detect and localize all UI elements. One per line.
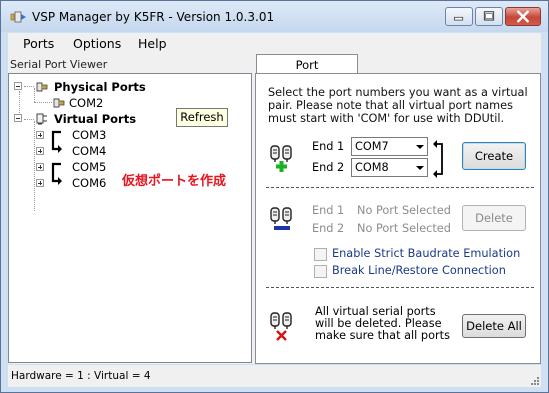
refresh-tooltip: Refresh [176, 108, 228, 127]
bidirectional-link-icon [433, 140, 443, 178]
app-window: VSP Manager by K5FR - Version 1.0.3.01 P… [0, 0, 549, 393]
delete-end2-label: End 2 [312, 222, 345, 235]
create-button[interactable]: Create [462, 142, 526, 170]
delete-end1-value: No Port Selected [357, 204, 451, 217]
virtual-port-label: COM6 [72, 176, 107, 190]
minimize-icon [453, 16, 464, 21]
dropdown-arrow-icon [416, 166, 424, 170]
section-divider [266, 287, 534, 288]
resize-grip-icon[interactable] [529, 375, 539, 385]
tree-line [34, 121, 35, 211]
virtual-port-label: COM4 [72, 144, 107, 158]
tree-line [24, 119, 34, 120]
serial-port-icon [53, 98, 65, 108]
physical-ports-label: Physical Ports [54, 80, 146, 94]
serial-port-icon [36, 82, 48, 92]
close-icon [517, 10, 529, 23]
tab-port-management[interactable]: Port Management [256, 54, 358, 92]
title-bar[interactable]: VSP Manager by K5FR - Version 1.0.3.01 [1, 1, 548, 32]
create-pair-icon [270, 145, 292, 172]
instructions-text: Select the port numbers you want as a vi… [268, 86, 528, 125]
strict-baudrate-label: Enable Strict Baudrate Emulation [332, 247, 521, 260]
physical-port-label: COM2 [69, 96, 104, 110]
delete-end1-label: End 1 [312, 204, 345, 217]
delete-end2-value: No Port Selected [357, 222, 451, 235]
port-management-panel: Select the port numbers you want as a vi… [255, 73, 541, 364]
collapse-toggle[interactable] [14, 82, 22, 90]
dropdown-arrow-icon [416, 145, 424, 149]
virtual-port-label: COM5 [72, 160, 107, 174]
expand-toggle[interactable] [36, 131, 44, 139]
tree-line [19, 91, 20, 115]
menu-help[interactable]: Help [138, 36, 167, 51]
create-end2-label: End 2 [312, 161, 345, 174]
app-icon [10, 11, 26, 23]
status-text: Hardware = 1 : Virtual = 4 [11, 370, 151, 382]
virtual-ports-label: Virtual Ports [54, 112, 137, 126]
window-title: VSP Manager by K5FR - Version 1.0.3.01 [32, 10, 275, 24]
create-end1-label: End 1 [312, 140, 345, 153]
expand-toggle[interactable] [36, 163, 44, 171]
delete-all-warning: All virtual serial ports will be deleted… [315, 305, 450, 342]
break-line-label: Break Line/Restore Connection [332, 264, 506, 277]
break-line-checkbox[interactable] [314, 265, 327, 278]
tree-line [34, 102, 52, 103]
close-button[interactable] [505, 7, 541, 26]
delete-all-button[interactable]: Delete All [462, 314, 526, 338]
maximize-button[interactable] [475, 7, 503, 26]
expand-toggle[interactable] [36, 179, 44, 187]
virtual-port-label: COM3 [72, 128, 107, 142]
status-bar: Hardware = 1 : Virtual = 4 [8, 365, 541, 387]
delete-pair-icon [270, 207, 292, 230]
serial-port-viewer-header: Serial Port Viewer [10, 58, 108, 71]
annotation-create-virtual-ports: 仮想ポートを作成 [122, 174, 227, 189]
delete-all-icon [270, 312, 292, 341]
tree-line [24, 86, 34, 87]
menu-options[interactable]: Options [73, 36, 121, 51]
virtual-ports-icon [36, 113, 47, 125]
expand-toggle[interactable] [36, 147, 44, 155]
section-divider [266, 187, 534, 188]
minimize-button[interactable] [445, 7, 473, 26]
maximize-icon [483, 11, 495, 21]
create-end2-select[interactable]: COM8 [351, 158, 428, 177]
menu-bar: Ports Options Help [8, 33, 541, 54]
collapse-toggle[interactable] [14, 114, 22, 122]
strict-baudrate-checkbox[interactable] [314, 248, 327, 261]
menu-ports[interactable]: Ports [23, 36, 54, 51]
delete-button[interactable]: Delete [462, 205, 526, 231]
create-end1-select[interactable]: COM7 [351, 137, 428, 156]
main-content: Serial Port Viewer Physical Ports COM2 V… [8, 54, 541, 364]
